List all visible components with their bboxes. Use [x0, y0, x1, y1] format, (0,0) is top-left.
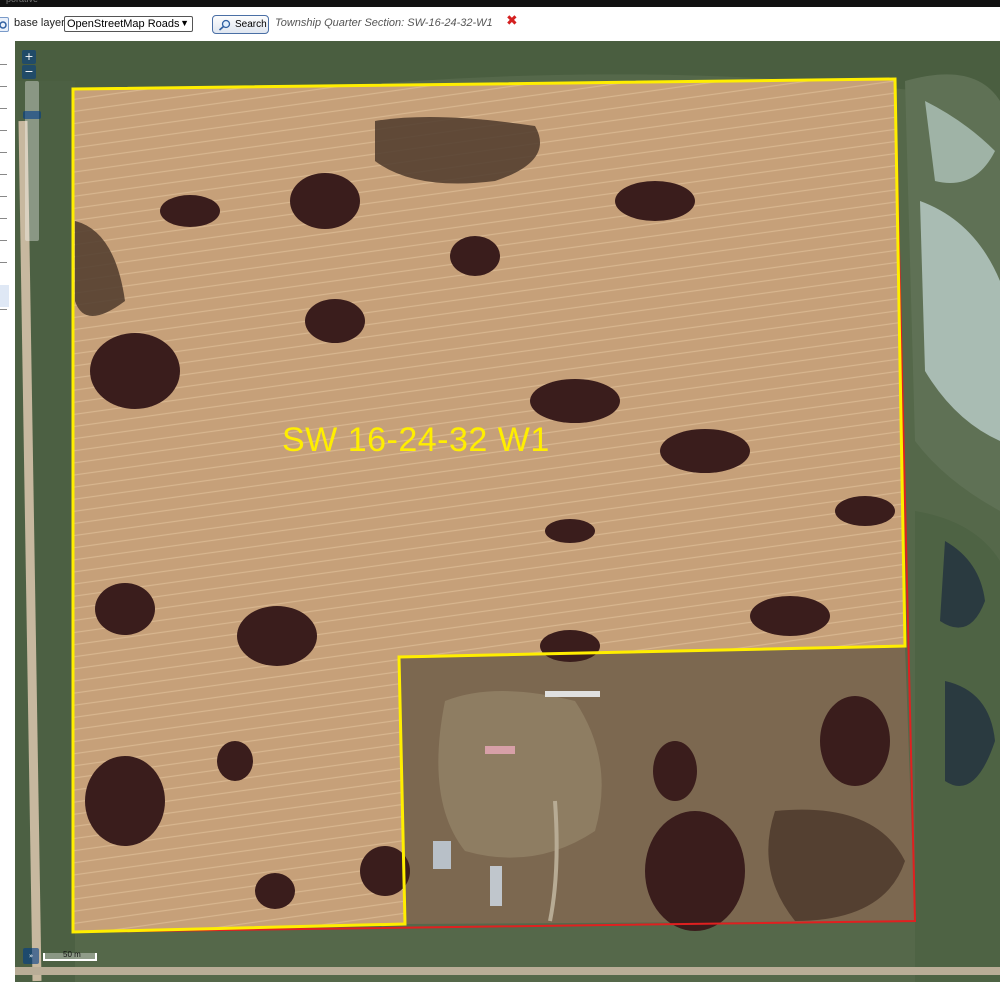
zoom-slider-handle[interactable] — [23, 111, 41, 119]
left-panel — [0, 41, 12, 982]
panel-toggle-icon[interactable] — [0, 17, 9, 32]
township-quarter-section: Township Quarter Section: SW-16-24-32-W1 — [275, 17, 493, 29]
base-layer-label: base layer: — [14, 17, 68, 29]
search-button[interactable]: Search — [212, 15, 269, 34]
clear-selection-icon[interactable]: ✖ — [506, 13, 518, 29]
base-layer-select[interactable]: OpenStreetMap Roads ▼ — [64, 16, 193, 32]
top-strip-text: porative — [6, 0, 38, 4]
base-layer-value: OpenStreetMap Roads — [67, 18, 180, 30]
map-toolbar: base layer: OpenStreetMap Roads ▼ Search… — [0, 7, 1000, 41]
chevron-down-icon: ▼ — [180, 18, 189, 28]
search-icon — [218, 19, 231, 31]
zoom-out-button[interactable]: − — [22, 65, 36, 79]
top-strip: porative — [0, 0, 1000, 7]
zoom-in-button[interactable]: + — [22, 50, 36, 64]
parcel-label: SW 16-24-32 W1 — [282, 421, 550, 459]
scale-bar: 50 m — [43, 950, 97, 961]
search-button-label: Search — [235, 19, 267, 30]
map-viewport[interactable]: + − SW 16-24-32 W1 » 50 m — [15, 41, 1000, 982]
scale-label: 50 m — [63, 950, 81, 959]
aerial-imagery — [15, 41, 1000, 982]
zoom-rail[interactable] — [25, 81, 39, 241]
overview-toggle-icon[interactable]: » — [23, 948, 39, 964]
